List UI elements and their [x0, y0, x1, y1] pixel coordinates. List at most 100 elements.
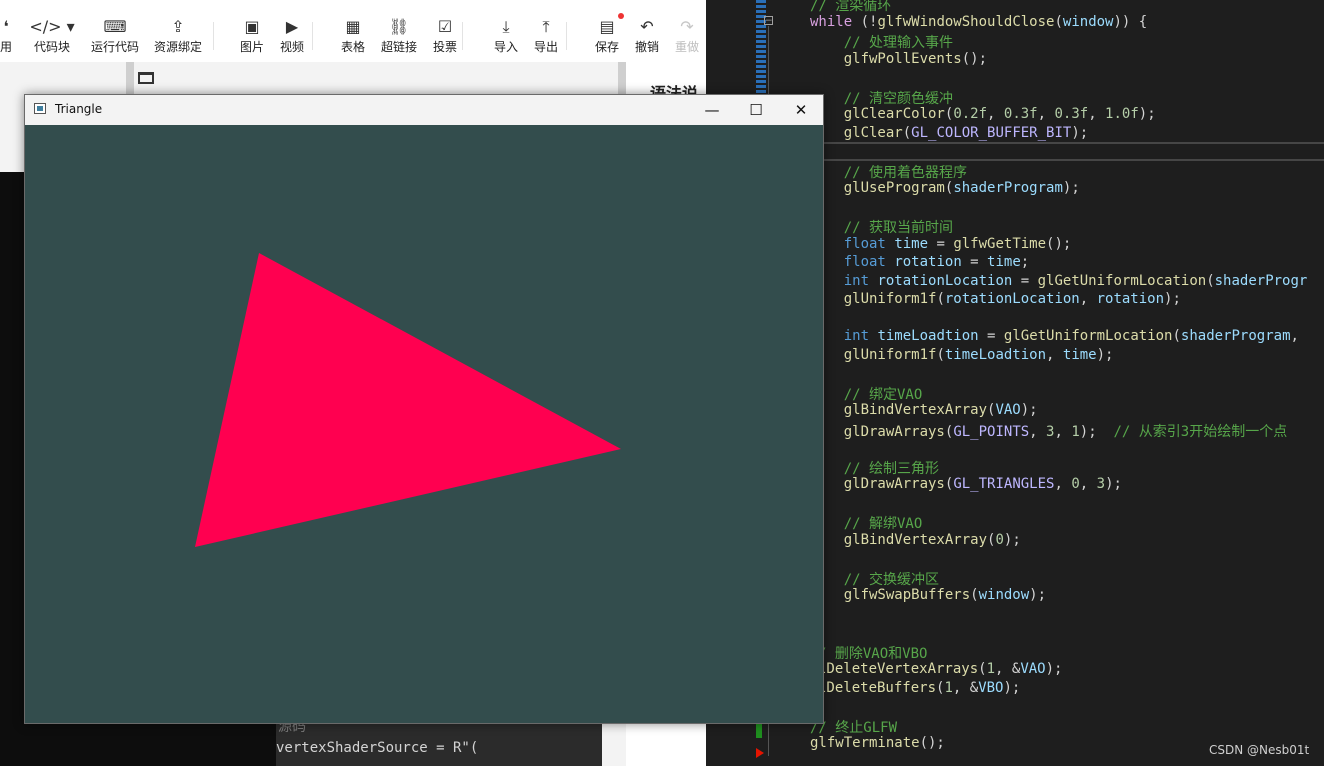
- code-token: VAO: [1020, 661, 1046, 677]
- code-line: glfwSwapBuffers(window);: [810, 587, 1046, 603]
- close-button[interactable]: ✕: [778, 95, 824, 125]
- code-token: =: [961, 254, 988, 270]
- code-line: glUseProgram(shaderProgram);: [810, 180, 1080, 196]
- code-token: glClearColor: [843, 106, 945, 122]
- code-token: 0.2f: [953, 106, 988, 122]
- code-line: // 使用着色器程序: [810, 162, 967, 182]
- unsaved-indicator: [618, 13, 624, 19]
- code-token: window: [978, 587, 1030, 603]
- code-line: glDrawArrays(GL_TRIANGLES, 0, 3);: [810, 476, 1122, 492]
- code-token: 0: [995, 531, 1004, 548]
- code-token: );: [1138, 106, 1156, 122]
- code-token: / 删除VAO和VBO: [818, 645, 928, 662]
- code-token: timeLoadtion: [944, 346, 1047, 363]
- code-token: glDrawArrays: [843, 476, 945, 492]
- code-token: VAO: [995, 402, 1021, 418]
- code-line: glDrawArrays(GL_POINTS, 3, 1); // 从索引3开始…: [810, 421, 1287, 441]
- code-token: glfwGetTime: [953, 235, 1047, 252]
- code-token: // 绑定VAO: [843, 386, 923, 403]
- code-token: ,: [1054, 476, 1072, 492]
- code-token: lDeleteBuffers: [818, 679, 937, 696]
- toolbar-separator: [213, 22, 214, 50]
- code-token: ,: [1079, 476, 1097, 492]
- code-token: GL_TRIANGLES: [953, 476, 1055, 492]
- toolbar-label: 重做: [674, 40, 699, 54]
- code-token: ();: [1046, 235, 1072, 252]
- maximize-button[interactable]: ☐: [733, 95, 779, 125]
- toggle-sidebar-icon[interactable]: [138, 72, 154, 84]
- toolbar-separator: [312, 22, 313, 50]
- code-line: glClearColor(0.2f, 0.3f, 0.3f, 1.0f);: [810, 106, 1156, 122]
- code-token: 0.3f: [1054, 106, 1089, 122]
- code-line: // 清空颜色缓冲: [810, 88, 953, 108]
- window-titlebar[interactable]: Triangle — ☐ ✕: [25, 95, 823, 125]
- code-token: glfwTerminate: [810, 735, 920, 751]
- code-line: while (!glfwWindowShouldClose(window)) {: [810, 14, 1147, 30]
- code-token: time: [987, 254, 1021, 270]
- code-token: ,: [987, 106, 1004, 122]
- toolbar-separator: [566, 22, 567, 50]
- code-token: );: [1079, 423, 1114, 440]
- toolbar-label: 代码块: [33, 40, 70, 54]
- code-token: 1: [986, 661, 996, 677]
- toolbar-export-button[interactable]: ⤒ 导出: [516, 16, 576, 55]
- code-token: shaderProgr: [1214, 272, 1308, 289]
- code-token: glDrawArrays: [843, 423, 945, 440]
- code-token: 0: [1071, 476, 1080, 492]
- code-token: glBindVertexArray: [843, 402, 988, 418]
- code-token: );: [1096, 346, 1114, 363]
- code-token: (: [1054, 13, 1063, 30]
- code-token: );: [1062, 180, 1080, 196]
- minimize-button[interactable]: —: [689, 95, 735, 125]
- code-line: // 处理输入事件: [810, 32, 953, 52]
- toolbar-upload-button[interactable]: ⇪ 资源绑定: [148, 16, 208, 55]
- code-token: float: [843, 235, 886, 252]
- triangle-window[interactable]: Triangle — ☐ ✕: [24, 94, 824, 724]
- code-token: ();: [961, 50, 988, 67]
- code-token: VBO: [978, 679, 1004, 696]
- code-token: 1: [1071, 423, 1080, 440]
- code-token: glGetUniformLocation: [1003, 328, 1173, 344]
- render-canvas: [25, 125, 823, 723]
- code-line: glfwTerminate();: [810, 735, 945, 751]
- code-line: // 绑定VAO: [810, 384, 923, 404]
- code-token: 3: [1096, 476, 1106, 492]
- toolbar-redo-button[interactable]: ↷ 重做: [657, 16, 706, 55]
- code-token: ();: [919, 735, 945, 751]
- code-token: (: [936, 346, 945, 363]
- code-token: glClear: [843, 124, 903, 141]
- code-line: float rotation = time;: [810, 254, 1029, 270]
- toolbar-label: 视频: [279, 40, 304, 54]
- code-token: );: [1020, 402, 1038, 418]
- code-token: glUseProgram: [843, 180, 945, 196]
- code-token: =: [1012, 272, 1038, 289]
- window-title: Triangle: [55, 102, 103, 116]
- code-line: int timeLoadtion = glGetUniformLocation(…: [810, 328, 1299, 344]
- code-token: );: [1105, 476, 1122, 492]
- code-token: ,: [1290, 328, 1299, 344]
- code-token: 0.3f: [1003, 106, 1038, 122]
- code-token: );: [1045, 661, 1063, 677]
- toolbar-vote-button[interactable]: ☑ 投票: [415, 16, 475, 55]
- current-line-highlight: [778, 142, 1324, 161]
- code-token: glfwWindowShouldClose: [877, 13, 1055, 30]
- toolbar-code-button[interactable]: </> ▾ 代码块: [22, 16, 82, 55]
- toolbar-video-button[interactable]: ▶ 视频: [262, 16, 322, 55]
- toolbar-run-code-button[interactable]: ⌨ 运行代码: [85, 16, 145, 55]
- code-token: // 使用着色器程序: [843, 164, 968, 181]
- code-token: glfwPollEvents: [843, 50, 962, 67]
- code-token: ,: [1046, 346, 1063, 363]
- code-token: ,: [1029, 423, 1047, 440]
- code-token: ,: [1054, 423, 1072, 440]
- app-icon: [34, 103, 46, 114]
- code-line: lDeleteBuffers(1, &VBO);: [818, 680, 1020, 696]
- code-token: float: [843, 254, 886, 270]
- code-token: lDeleteVertexArrays: [818, 661, 979, 677]
- collapse-icon[interactable]: −: [764, 16, 773, 26]
- code-token: while: [810, 13, 853, 30]
- code-token: glGetUniformLocation: [1037, 272, 1207, 289]
- code-token: (: [1206, 272, 1215, 289]
- code-token: rotationLocation: [944, 291, 1080, 307]
